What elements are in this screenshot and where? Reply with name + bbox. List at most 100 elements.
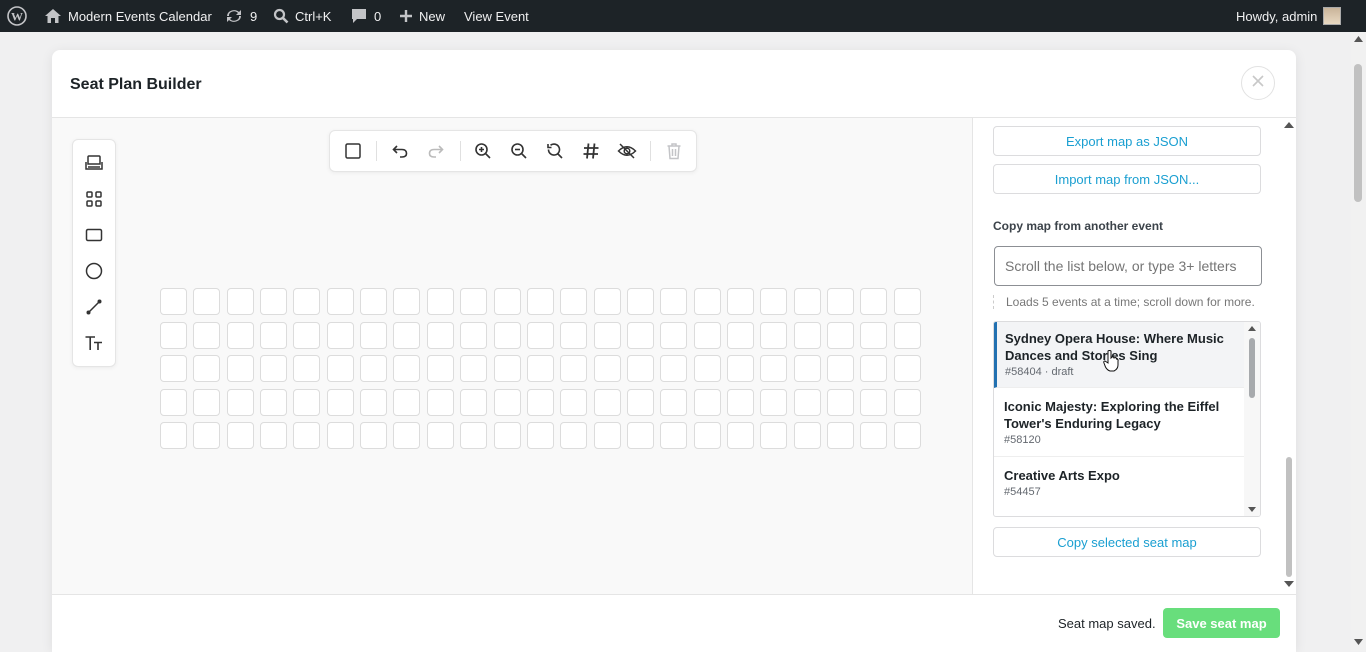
seat[interactable]: [393, 355, 420, 382]
seat[interactable]: [327, 288, 354, 315]
seat[interactable]: [260, 288, 287, 315]
seat[interactable]: [760, 422, 787, 449]
seat[interactable]: [794, 288, 821, 315]
grid-icon[interactable]: [581, 141, 601, 161]
seat[interactable]: [360, 288, 387, 315]
seat[interactable]: [860, 389, 887, 416]
seat[interactable]: [327, 322, 354, 349]
seat[interactable]: [227, 422, 254, 449]
updates-link[interactable]: 9: [224, 0, 257, 32]
seat-plan-canvas[interactable]: [52, 118, 973, 594]
seat[interactable]: [894, 288, 921, 315]
seat[interactable]: [627, 422, 654, 449]
event-list-scroll-thumb[interactable]: [1249, 338, 1255, 398]
seat[interactable]: [660, 355, 687, 382]
zoom-in-icon[interactable]: [473, 141, 493, 161]
seat[interactable]: [694, 288, 721, 315]
scroll-up-arrow-icon[interactable]: [1248, 326, 1256, 331]
seat[interactable]: [694, 422, 721, 449]
seat[interactable]: [427, 389, 454, 416]
seat[interactable]: [160, 288, 187, 315]
seat[interactable]: [527, 355, 554, 382]
seat[interactable]: [727, 288, 754, 315]
save-seat-map-button[interactable]: Save seat map: [1163, 608, 1280, 638]
seat[interactable]: [727, 422, 754, 449]
seat[interactable]: [527, 322, 554, 349]
list-item[interactable]: Iconic Majesty: Exploring the Eiffel Tow…: [994, 389, 1244, 457]
seat[interactable]: [494, 288, 521, 315]
seat[interactable]: [293, 322, 320, 349]
seat[interactable]: [727, 322, 754, 349]
seat[interactable]: [460, 422, 487, 449]
seat[interactable]: [494, 422, 521, 449]
panel-scroll-down-icon[interactable]: [1284, 581, 1294, 587]
export-json-button[interactable]: Export map as JSON: [993, 126, 1261, 156]
seat[interactable]: [727, 389, 754, 416]
seat[interactable]: [193, 422, 220, 449]
seat[interactable]: [260, 355, 287, 382]
seat[interactable]: [494, 355, 521, 382]
seat[interactable]: [894, 389, 921, 416]
seat[interactable]: [627, 288, 654, 315]
seat[interactable]: [594, 322, 621, 349]
seat[interactable]: [760, 355, 787, 382]
side-panel-scrollbar[interactable]: [1282, 118, 1296, 594]
copy-seat-map-button[interactable]: Copy selected seat map: [993, 527, 1261, 557]
text-icon[interactable]: [84, 333, 104, 353]
seat[interactable]: [293, 389, 320, 416]
rectangle-icon[interactable]: [84, 225, 104, 245]
seat[interactable]: [227, 288, 254, 315]
seat[interactable]: [427, 322, 454, 349]
seat[interactable]: [494, 322, 521, 349]
seat[interactable]: [860, 322, 887, 349]
seat[interactable]: [327, 389, 354, 416]
seat[interactable]: [660, 422, 687, 449]
seat[interactable]: [460, 355, 487, 382]
seat[interactable]: [460, 389, 487, 416]
zoom-reset-icon[interactable]: [545, 141, 565, 161]
account-menu[interactable]: Howdy, admin: [1236, 0, 1342, 32]
seat[interactable]: [494, 389, 521, 416]
seat[interactable]: [860, 422, 887, 449]
seat[interactable]: [527, 422, 554, 449]
seat[interactable]: [860, 355, 887, 382]
page-scroll-thumb[interactable]: [1354, 64, 1362, 202]
seat[interactable]: [227, 389, 254, 416]
seat[interactable]: [460, 322, 487, 349]
seat[interactable]: [360, 355, 387, 382]
comments-link[interactable]: 0: [350, 0, 381, 32]
seat[interactable]: [293, 355, 320, 382]
seat[interactable]: [794, 389, 821, 416]
panel-scroll-up-icon[interactable]: [1284, 122, 1294, 128]
seat[interactable]: [427, 422, 454, 449]
event-search-input[interactable]: [994, 246, 1262, 286]
seat[interactable]: [160, 422, 187, 449]
seat[interactable]: [360, 389, 387, 416]
view-event-link[interactable]: View Event: [464, 0, 529, 32]
seat[interactable]: [827, 389, 854, 416]
seat[interactable]: [827, 355, 854, 382]
seat[interactable]: [827, 422, 854, 449]
seat[interactable]: [694, 322, 721, 349]
seat[interactable]: [760, 322, 787, 349]
seat[interactable]: [227, 355, 254, 382]
seat[interactable]: [527, 389, 554, 416]
seat[interactable]: [427, 288, 454, 315]
delete-icon[interactable]: [664, 141, 684, 161]
seat[interactable]: [560, 322, 587, 349]
seat[interactable]: [760, 389, 787, 416]
seat[interactable]: [393, 389, 420, 416]
new-content-link[interactable]: New: [399, 0, 445, 32]
seat[interactable]: [293, 288, 320, 315]
seat[interactable]: [794, 355, 821, 382]
seat[interactable]: [694, 355, 721, 382]
command-search-link[interactable]: Ctrl+K: [273, 0, 331, 32]
wordpress-logo-icon[interactable]: W: [7, 0, 27, 32]
seat[interactable]: [827, 288, 854, 315]
seat[interactable]: [360, 422, 387, 449]
seat[interactable]: [193, 355, 220, 382]
zoom-out-icon[interactable]: [509, 141, 529, 161]
seat[interactable]: [527, 288, 554, 315]
event-list-scrollbar[interactable]: [1244, 322, 1260, 516]
seat[interactable]: [627, 355, 654, 382]
